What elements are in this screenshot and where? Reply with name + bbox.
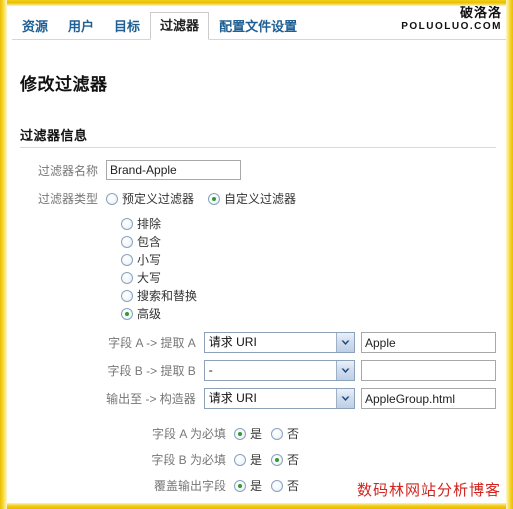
field-b-select-value: - — [208, 363, 213, 377]
radio-item-exclude[interactable]: 排除 — [121, 215, 496, 232]
section-divider — [20, 147, 496, 148]
radio-item-lowercase[interactable]: 小写 — [121, 251, 496, 268]
window-frame-left — [0, 0, 7, 509]
header: 资源 用户 目标 过滤器 配置文件设置 破洛洛 POLUOLUO.COM — [7, 6, 506, 44]
radio-custom-filter[interactable] — [208, 192, 221, 205]
custom-filter-mode-list: 排除 包含 小写 大写 搜索和替换 高级 — [121, 215, 496, 322]
radio-override-output-no-label[interactable]: 否 — [287, 477, 299, 494]
radio-field-a-required-no[interactable] — [271, 427, 284, 440]
filter-name-row: 过滤器名称 — [20, 160, 496, 180]
field-b-select[interactable]: - — [203, 360, 355, 381]
tabbar-divider — [12, 39, 506, 40]
radio-include[interactable] — [121, 235, 133, 248]
radio-override-output-yes[interactable] — [234, 479, 246, 492]
app-window: 资源 用户 目标 过滤器 配置文件设置 破洛洛 POLUOLUO.COM 修改过… — [0, 0, 513, 509]
field-a-row: 字段 A -> 提取 A 请求 URI — [20, 332, 496, 353]
chevron-down-icon — [336, 389, 354, 408]
tabbar: 资源 用户 目标 过滤器 配置文件设置 — [12, 10, 307, 40]
radio-field-a-required-yes[interactable] — [234, 427, 246, 440]
tab-filters[interactable]: 过滤器 — [150, 12, 210, 40]
radio-advanced[interactable] — [121, 307, 133, 320]
radio-field-a-required-no-label[interactable]: 否 — [287, 425, 299, 442]
tab-profile-settings[interactable]: 配置文件设置 — [209, 13, 307, 40]
radio-predefined-filter-label[interactable]: 预定义过滤器 — [122, 190, 194, 207]
output-row: 输出至 -> 构造器 请求 URI — [20, 388, 496, 409]
tab-users[interactable]: 用户 — [58, 13, 104, 40]
output-label: 输出至 -> 构造器 — [106, 392, 196, 406]
filter-type-label: 过滤器类型 — [37, 192, 98, 206]
watermark: 数码林网站分析博客 — [356, 482, 501, 499]
radio-field-b-required-yes[interactable] — [234, 453, 246, 466]
radio-predefined-filter[interactable] — [106, 192, 118, 205]
filter-type-row: 过滤器类型 预定义过滤器 自定义过滤器 — [20, 190, 496, 207]
radio-override-output-no[interactable] — [271, 479, 284, 492]
tab-goals[interactable]: 目标 — [104, 13, 150, 40]
radio-include-label[interactable]: 包含 — [137, 233, 161, 250]
window-frame-bottom — [0, 503, 513, 509]
radio-field-a-required-yes-label[interactable]: 是 — [250, 425, 262, 442]
radio-exclude[interactable] — [121, 217, 133, 230]
radio-item-include[interactable]: 包含 — [121, 233, 496, 250]
field-a-label: 字段 A -> 提取 A — [108, 336, 196, 350]
field-b-label: 字段 B -> 提取 B — [107, 364, 196, 378]
output-select-value: 请求 URI — [208, 391, 257, 405]
radio-search-replace[interactable] — [121, 289, 133, 302]
field-a-required-row: 字段 A 为必填 是 否 — [20, 425, 496, 442]
output-constructor-input[interactable] — [361, 388, 496, 409]
field-a-select[interactable]: 请求 URI — [203, 332, 355, 353]
radio-custom-filter-label[interactable]: 自定义过滤器 — [224, 190, 296, 207]
field-b-required-label: 字段 B 为必填 — [151, 453, 226, 467]
section-title: 过滤器信息 — [20, 128, 88, 143]
radio-lowercase[interactable] — [121, 253, 133, 266]
field-b-required-row: 字段 B 为必填 是 否 — [20, 451, 496, 468]
filter-name-input[interactable] — [106, 160, 241, 180]
radio-field-b-required-yes-label[interactable]: 是 — [250, 451, 262, 468]
window-inner: 资源 用户 目标 过滤器 配置文件设置 破洛洛 POLUOLUO.COM 修改过… — [7, 6, 506, 503]
radio-item-uppercase[interactable]: 大写 — [121, 269, 496, 286]
radio-search-replace-label[interactable]: 搜索和替换 — [137, 287, 197, 304]
chevron-down-icon — [336, 333, 354, 352]
radio-item-advanced[interactable]: 高级 — [121, 305, 496, 322]
field-b-row: 字段 B -> 提取 B - — [20, 360, 496, 381]
window-frame-right — [506, 0, 513, 509]
radio-lowercase-label[interactable]: 小写 — [137, 251, 161, 268]
filter-name-label: 过滤器名称 — [37, 163, 98, 178]
radio-exclude-label[interactable]: 排除 — [137, 215, 161, 232]
filter-type-radio-group: 预定义过滤器 自定义过滤器 — [106, 190, 310, 207]
main-content: 修改过滤器 过滤器信息 过滤器名称 过滤器类型 预定义过滤器 自定义过滤器 — [7, 70, 506, 503]
field-b-extract-input[interactable] — [361, 360, 496, 381]
chevron-down-icon — [336, 361, 354, 380]
radio-advanced-label[interactable]: 高级 — [137, 305, 161, 322]
output-select[interactable]: 请求 URI — [203, 388, 355, 409]
radio-uppercase[interactable] — [121, 271, 133, 284]
page-title: 修改过滤器 — [20, 75, 108, 94]
tab-resources[interactable]: 资源 — [12, 13, 58, 40]
site-brand: 破洛洛 POLUOLUO.COM — [401, 6, 502, 32]
radio-field-b-required-no[interactable] — [271, 453, 284, 466]
override-output-field-label: 覆盖输出字段 — [153, 479, 226, 493]
radio-uppercase-label[interactable]: 大写 — [137, 269, 161, 286]
field-a-required-label: 字段 A 为必填 — [151, 427, 226, 441]
brand-name-cn: 破洛洛 — [459, 6, 502, 20]
radio-item-search-replace[interactable]: 搜索和替换 — [121, 287, 496, 304]
radio-override-output-yes-label[interactable]: 是 — [250, 477, 262, 494]
brand-name-en: POLUOLUO.COM — [401, 20, 502, 32]
radio-field-b-required-no-label[interactable]: 否 — [287, 451, 299, 468]
field-a-extract-input[interactable] — [361, 332, 496, 353]
field-a-select-value: 请求 URI — [208, 335, 257, 349]
